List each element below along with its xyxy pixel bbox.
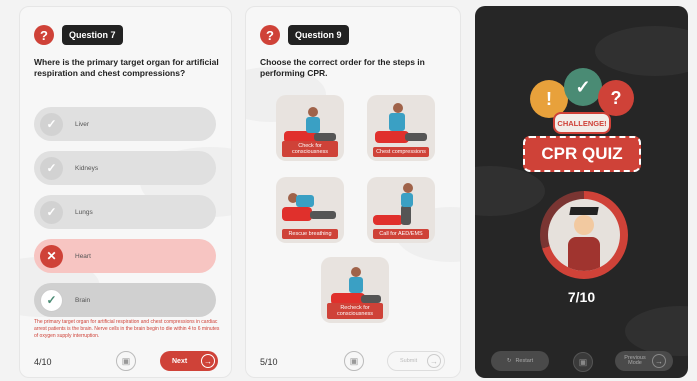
page-indicator: 4/10 [34,357,52,367]
question-header: ? Question 7 [34,25,123,45]
victim-legs [361,295,381,303]
card-caption: Recheck for consciousness [327,302,383,319]
submit-button-label: Submit [400,358,418,364]
quiz-panel-question-7: ? Question 7 Where is the primary target… [19,6,232,378]
arrow-right-icon: → [201,354,215,368]
avatar-body [568,237,600,271]
restart-label: Restart [515,358,534,364]
answer-option-kidneys[interactable]: ✓ Kidneys [34,151,216,185]
challenge-label: CHALLENGE! [553,112,611,134]
answer-explanation: The primary target organ for artificial … [34,319,220,339]
victim-figure [375,131,409,143]
restart-button[interactable]: ↻ Restart [491,351,549,371]
rescuer-head [351,267,361,277]
option-label: Lungs [75,208,93,216]
question-badge: Question 7 [62,25,123,45]
previous-mode-button[interactable]: Previous Mode → [615,351,673,371]
quiz-title: CPR QUIZ [523,136,641,172]
answer-option-heart[interactable]: ✕ Heart [34,239,216,273]
wrong-x-icon: ✕ [40,244,63,268]
card-caption: Rescue breathing [282,228,338,239]
option-label: Liver [75,120,90,128]
rescuer-body [389,113,405,131]
rescuer-head [403,183,413,193]
victim-legs [310,211,336,219]
previous-mode-label: Previous Mode [624,354,646,366]
option-label: Brain [75,296,91,304]
option-check-icon: ✓ [40,200,63,224]
question-text: Where is the primary target organ for ar… [34,57,219,79]
rescuer-body [349,277,363,293]
check-bubble-icon: ✓ [564,68,602,106]
graduate-avatar [548,199,620,271]
next-button-label: Next [172,357,188,365]
question-mark-icon: ? [34,25,54,45]
card-caption: Chest compressions [373,146,429,157]
restart-icon: ↻ [506,358,512,364]
quiz-result-panel: ! ✓ ? CHALLENGE! CPR QUIZ 7/10 ↻ Restart… [475,6,688,378]
rescuer-head [393,103,403,113]
app-stage: ? Question 7 Where is the primary target… [0,0,697,381]
cpr-step-card[interactable]: Recheck for consciousness [321,257,389,323]
avatar-face [574,215,594,235]
quiz-panel-question-9: ? Question 9 Choose the correct order fo… [245,6,461,378]
correct-check-icon: ✓ [40,288,63,312]
cpr-step-card[interactable]: Chest compressions [367,95,435,161]
background-cloud [475,166,545,216]
bag-icon[interactable]: ▣ [116,351,136,371]
rescuer-body [296,195,314,207]
cpr-step-card[interactable]: Rescue breathing [276,177,344,243]
victim-legs [314,133,336,141]
graduation-cap-icon [569,207,599,215]
background-cloud [595,26,688,76]
question-text: Choose the correct order for the steps i… [260,57,425,79]
answer-option-lungs[interactable]: ✓ Lungs [34,195,216,229]
victim-legs [405,133,427,141]
bag-icon[interactable]: ▣ [573,352,593,372]
question-mark-icon: ? [260,25,280,45]
submit-button[interactable]: Submit → [387,351,445,371]
question-header: ? Question 9 [260,25,349,45]
answer-option-brain[interactable]: ✓ Brain [34,283,216,317]
cpr-step-card[interactable]: Call for AED/EMS [367,177,435,243]
card-caption: Call for AED/EMS [373,228,429,239]
option-check-icon: ✓ [40,112,63,136]
option-check-icon: ✓ [40,156,63,180]
victim-figure [282,207,312,221]
arrow-right-icon: → [427,354,441,368]
cpr-step-card[interactable]: Check for consciousness [276,95,344,161]
arrow-right-icon: → [652,354,666,368]
question-badge: Question 9 [288,25,349,45]
answer-option-liver[interactable]: ✓ Liver [34,107,216,141]
page-indicator: 5/10 [260,357,278,367]
victim-figure [373,215,403,225]
question-bubble-icon: ? [598,80,634,116]
background-cloud [625,306,688,356]
bag-icon[interactable]: ▣ [344,351,364,371]
rescuer-legs [401,205,411,225]
quiz-score: 7/10 [567,289,596,305]
option-label: Heart [75,252,91,260]
next-button[interactable]: Next → [160,351,218,371]
option-label: Kidneys [75,164,99,172]
rescuer-body [306,117,320,133]
card-caption: Check for consciousness [282,140,338,157]
rescuer-head [308,107,318,117]
score-ring [540,191,628,279]
rescuer-body [401,193,413,207]
